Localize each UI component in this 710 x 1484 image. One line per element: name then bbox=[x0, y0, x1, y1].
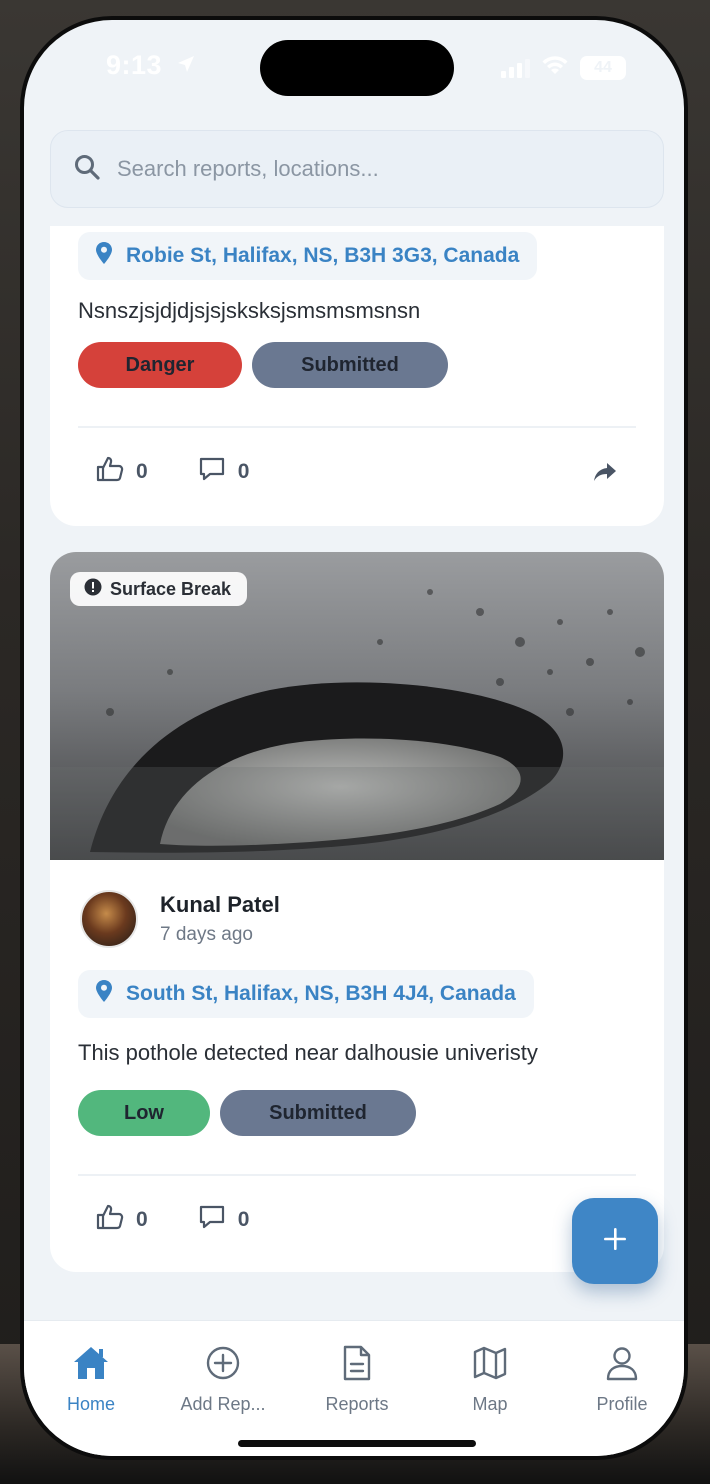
like-button[interactable]: 0 bbox=[96, 456, 148, 488]
alert-circle-icon bbox=[84, 578, 102, 601]
location-text: South St, Halifax, NS, B3H 4J4, Canada bbox=[126, 982, 516, 1005]
tab-home-label: Home bbox=[66, 1394, 115, 1414]
timestamp: 7 days ago bbox=[160, 924, 253, 945]
comment-count: 0 bbox=[237, 1208, 250, 1231]
report-description: This pothole detected near dalhousie uni… bbox=[78, 1040, 538, 1065]
comment-button[interactable]: 0 bbox=[198, 456, 250, 488]
battery-icon: 44 bbox=[580, 55, 626, 80]
dynamic-island bbox=[260, 40, 454, 96]
card-actions: 0 0 bbox=[96, 456, 249, 488]
location-pill[interactable]: South St, Halifax, NS, B3H 4J4, Canada bbox=[78, 970, 534, 1018]
tag-row: Low Submitted bbox=[78, 1090, 416, 1136]
search-bar[interactable] bbox=[50, 130, 664, 208]
like-count: 0 bbox=[136, 460, 148, 483]
map-pin-icon bbox=[96, 242, 112, 270]
tag-row: Danger Submitted bbox=[78, 342, 448, 388]
plus-icon bbox=[602, 1226, 628, 1257]
comment-count: 0 bbox=[237, 460, 250, 483]
map-icon bbox=[472, 1345, 508, 1386]
report-description: Nsnszjsjdjdjsjsjsksksjsmsmsmsnsn bbox=[78, 298, 421, 323]
author-name[interactable]: Kunal Patel bbox=[160, 892, 280, 918]
home-icon bbox=[72, 1345, 110, 1386]
tab-map[interactable]: Map bbox=[435, 1345, 545, 1415]
status-time: 9:13 bbox=[106, 50, 196, 81]
status-time-text: 9:13 bbox=[106, 50, 163, 80]
share-button[interactable] bbox=[592, 462, 618, 487]
status-indicators: 44 bbox=[501, 54, 626, 81]
add-report-fab[interactable] bbox=[572, 1198, 658, 1284]
home-indicator[interactable] bbox=[238, 1440, 476, 1447]
tab-add-report[interactable]: Add Rep... bbox=[168, 1345, 278, 1415]
comment-icon bbox=[198, 456, 226, 488]
comment-icon bbox=[198, 1204, 226, 1236]
location-pill[interactable]: Robie St, Halifax, NS, B3H 3G3, Canada bbox=[78, 232, 538, 280]
severity-badge: Low bbox=[78, 1090, 210, 1136]
tab-add-report-label: Add Rep... bbox=[180, 1394, 266, 1414]
tab-map-label: Map bbox=[472, 1394, 508, 1414]
severity-badge: Danger bbox=[78, 342, 242, 388]
thumbs-up-icon bbox=[96, 456, 124, 488]
document-icon bbox=[341, 1345, 373, 1386]
phone-frame: 9:13 44 Search reports, locations... Rob… bbox=[20, 16, 688, 1460]
search-icon bbox=[73, 153, 101, 186]
location-text: Robie St, Halifax, NS, B3H 3G3, Canada bbox=[126, 244, 520, 267]
thumbs-up-icon bbox=[96, 1204, 124, 1236]
map-pin-icon bbox=[96, 980, 112, 1008]
share-icon bbox=[592, 463, 618, 486]
report-card[interactable]: Robie St, Halifax, NS, B3H 3G3, Canada N… bbox=[50, 226, 664, 526]
status-badge: Submitted bbox=[220, 1090, 416, 1136]
location-arrow-icon bbox=[176, 50, 196, 81]
report-feed[interactable]: Robie St, Halifax, NS, B3H 3G3, Canada N… bbox=[24, 226, 684, 1320]
tab-reports[interactable]: Reports bbox=[302, 1345, 412, 1415]
app-screen: 9:13 44 Search reports, locations... Rob… bbox=[24, 20, 684, 1456]
status-badge: Submitted bbox=[252, 342, 448, 388]
tab-profile[interactable]: Profile bbox=[567, 1345, 677, 1415]
tab-home[interactable]: Home bbox=[36, 1345, 146, 1415]
person-icon bbox=[604, 1345, 640, 1386]
wifi-icon bbox=[540, 54, 570, 81]
like-button[interactable]: 0 bbox=[96, 1204, 148, 1236]
hazard-type-chip: Surface Break bbox=[70, 572, 248, 606]
card-divider bbox=[78, 426, 636, 428]
cellular-signal-icon bbox=[501, 58, 530, 78]
tab-profile-label: Profile bbox=[596, 1394, 648, 1414]
report-card[interactable]: Surface Break Kunal Patel 7 days ago Sou… bbox=[50, 552, 664, 1272]
hazard-type-label: Surface Break bbox=[110, 578, 232, 599]
comment-button[interactable]: 0 bbox=[198, 1204, 250, 1236]
add-circle-icon bbox=[205, 1345, 241, 1386]
like-count: 0 bbox=[136, 1208, 148, 1231]
tab-reports-label: Reports bbox=[325, 1394, 389, 1414]
card-divider bbox=[78, 1174, 636, 1176]
card-actions: 0 0 bbox=[96, 1204, 249, 1236]
report-photo[interactable]: Surface Break bbox=[50, 552, 664, 860]
search-input[interactable] bbox=[117, 156, 637, 182]
avatar[interactable] bbox=[80, 890, 138, 948]
bottom-tab-bar: Home Add Rep... Reports Map Profile bbox=[24, 1320, 684, 1456]
